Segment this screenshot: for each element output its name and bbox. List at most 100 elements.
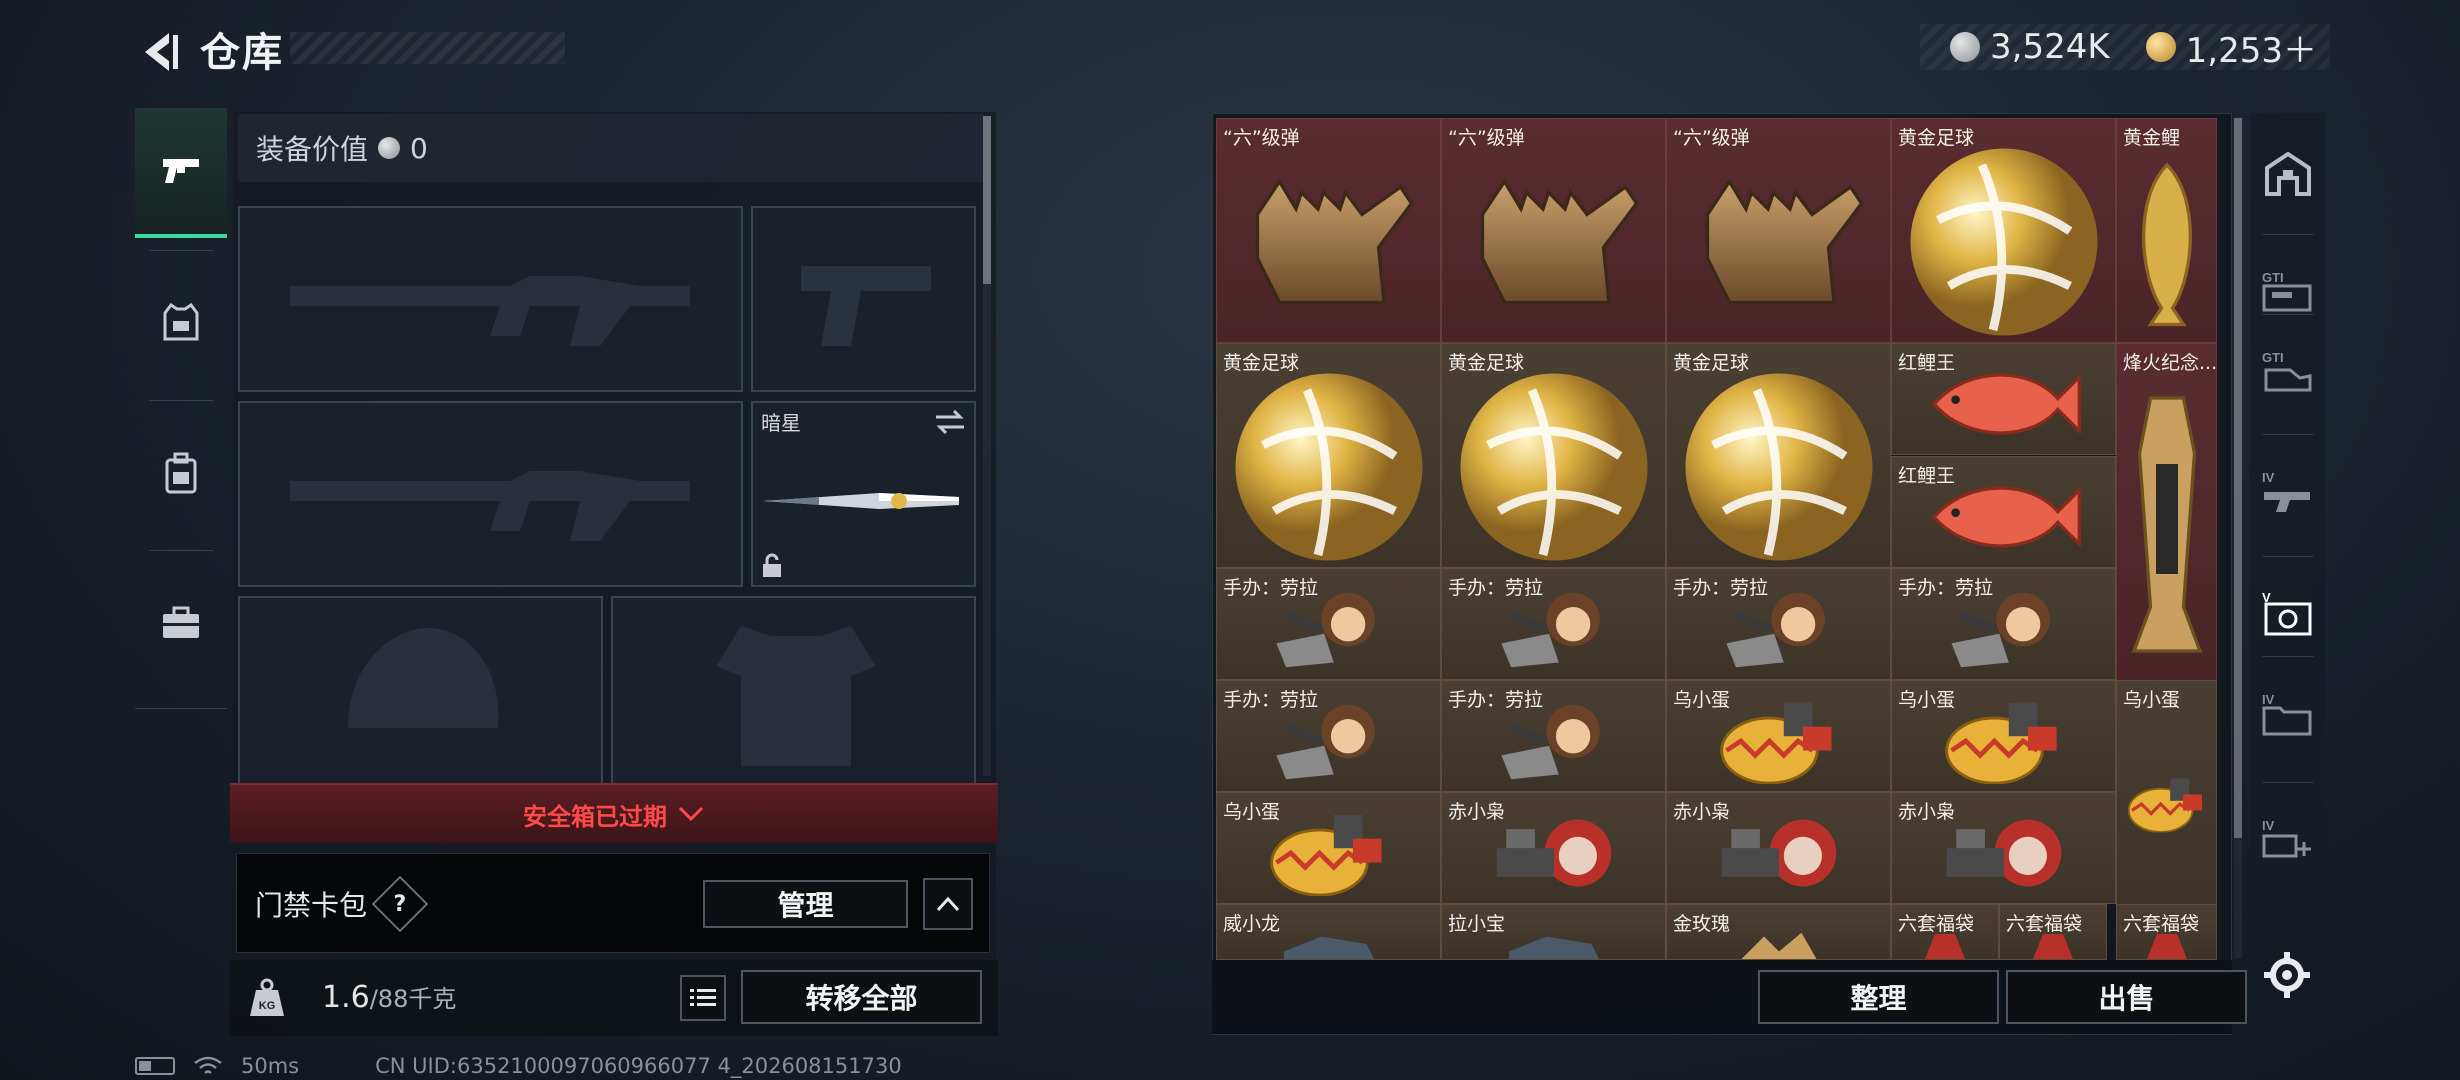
back-button[interactable] — [130, 22, 190, 82]
inventory-item[interactable]: 红鲤王 — [1891, 343, 2116, 455]
inventory-item[interactable]: 黄金足球 — [1666, 343, 1891, 568]
secondary-weapon-slot[interactable] — [751, 206, 976, 392]
inventory-item[interactable]: 威小龙 — [1216, 904, 1441, 960]
ball-item-icon — [1455, 368, 1653, 567]
inventory-item[interactable]: 烽火纪念... — [2116, 343, 2218, 681]
rose-item-icon — [1726, 929, 1831, 960]
inventory-item[interactable]: “六”级弹 — [1441, 118, 1666, 343]
vest-icon — [163, 303, 199, 341]
vault-icon: V — [2260, 588, 2316, 642]
item-label: 赤小枭 — [1898, 801, 1956, 823]
item-label: 六套福袋 — [2006, 913, 2083, 935]
inventory-item[interactable]: 赤小枭 — [1666, 792, 1891, 904]
right-tab-iv-gun[interactable]: IV — [2252, 438, 2324, 548]
iv-folder-icon: IV — [2260, 690, 2316, 740]
armor-silhouette-icon — [716, 626, 876, 766]
inventory-item[interactable]: 乌小蛋 — [1216, 792, 1441, 904]
pistol-icon — [163, 159, 199, 183]
helmet-slot[interactable] — [238, 596, 603, 786]
right-tab-gti-hand[interactable]: GTI — [2252, 318, 2324, 428]
safebox-expired-bar[interactable]: 安全箱已过期 — [230, 783, 998, 843]
list-icon — [690, 989, 716, 1006]
nav-case[interactable] — [135, 558, 227, 688]
silver-coin-icon — [378, 137, 401, 159]
collapse-button[interactable] — [923, 878, 973, 930]
inventory-item[interactable]: 赤小枭 — [1441, 792, 1666, 904]
inventory-item[interactable]: 金玫瑰 — [1666, 904, 1891, 960]
item-label: 赤小枭 — [1673, 801, 1731, 823]
silver-coin-icon — [1950, 32, 1980, 62]
inventory-item[interactable]: 乌小蛋 — [1666, 680, 1891, 792]
inventory-item[interactable]: 黄金足球 — [1216, 343, 1441, 568]
sell-button[interactable]: 出售 — [2006, 970, 2247, 1024]
briefcase-icon — [163, 606, 199, 638]
inventory-item[interactable]: 乌小蛋 — [2116, 680, 2218, 905]
inventory-item[interactable]: 红鲤王 — [1891, 456, 2116, 568]
item-label: “六”级弹 — [1448, 127, 1525, 149]
inventory-item[interactable]: 六套福袋 — [1999, 904, 2107, 960]
inventory-item[interactable]: 手办：劳拉 — [1216, 680, 1441, 792]
transfer-all-button[interactable]: 转移全部 — [741, 970, 982, 1024]
equipment-value-label: 装备价值 — [256, 133, 369, 166]
inventory-item[interactable]: 黄金足球 — [1441, 343, 1666, 568]
chevron-up-icon — [936, 896, 960, 912]
iv-plus-icon: IV — [2260, 816, 2316, 866]
gti-hand-icon: GTI — [2260, 348, 2316, 398]
right-tab-vault[interactable]: V — [2252, 560, 2324, 670]
inventory-item[interactable]: 赤小枭 — [1891, 792, 2116, 904]
inventory-item[interactable]: 手办：劳拉 — [1216, 568, 1441, 680]
right-tab-iv-plus[interactable]: IV — [2252, 786, 2324, 896]
item-label: 黄金鲤 — [2123, 127, 2181, 149]
item-label: 乌小蛋 — [2123, 689, 2181, 711]
inventory-item[interactable]: 手办：劳拉 — [1666, 568, 1891, 680]
side-nav — [135, 108, 227, 714]
svg-text:GTI: GTI — [2262, 270, 2284, 285]
tab-separator — [2262, 234, 2314, 235]
weight-max: /88千克 — [369, 985, 457, 1013]
equipment-value-header: 装备价值 0 — [238, 114, 983, 182]
inventory-item[interactable]: 拉小宝 — [1441, 904, 1666, 960]
inventory-item[interactable]: 手办：劳拉 — [1891, 568, 2116, 680]
battery-icon — [135, 1057, 175, 1075]
inventory-item[interactable]: “六”级弹 — [1216, 118, 1441, 343]
body-armor-slot[interactable] — [611, 596, 976, 786]
item-label: 乌小蛋 — [1223, 801, 1281, 823]
nav-backpack[interactable] — [135, 408, 227, 538]
manage-button[interactable]: 管理 — [703, 880, 908, 928]
gear-icon[interactable] — [2262, 950, 2312, 1000]
melee-slot[interactable]: 暗星 — [751, 401, 976, 587]
ball-item-icon — [1680, 368, 1878, 567]
chevron-down-icon — [678, 806, 704, 822]
item-label: 黄金足球 — [1223, 352, 1300, 374]
inventory-item[interactable]: 六套福袋 — [2116, 904, 2218, 960]
list-view-button[interactable] — [680, 975, 726, 1021]
item-label: 乌小蛋 — [1898, 689, 1956, 711]
svg-text:GTI: GTI — [2262, 350, 2284, 365]
item-label: 手办：劳拉 — [1673, 577, 1769, 599]
inventory-item[interactable]: 黄金鲤 — [2116, 118, 2218, 343]
inventory-item[interactable]: 六套福袋 — [1891, 904, 1999, 960]
owl-item-icon — [1712, 810, 1846, 900]
swap-icon[interactable] — [934, 409, 966, 435]
sort-button[interactable]: 整理 — [1758, 970, 1999, 1024]
equipment-scroll-thumb[interactable] — [983, 116, 991, 284]
primary-weapon-slot[interactable] — [238, 206, 743, 392]
inventory-item[interactable]: “六”级弹 — [1666, 118, 1891, 343]
ping-text: 50ms — [241, 1054, 300, 1078]
inventory-item[interactable]: 手办：劳拉 — [1441, 568, 1666, 680]
inventory-item[interactable]: 手办：劳拉 — [1441, 680, 1666, 792]
gold-amount[interactable]: 1,253＋ — [2186, 23, 2317, 72]
nav-weapons[interactable] — [135, 108, 227, 238]
grid-scroll-thumb[interactable] — [2234, 118, 2242, 838]
right-tab-home[interactable] — [2252, 120, 2324, 230]
item-label: 黄金足球 — [1673, 352, 1750, 374]
item-label: 拉小宝 — [1448, 913, 1506, 935]
svg-text:IV: IV — [2262, 470, 2275, 485]
primary-weapon-slot-2[interactable] — [238, 401, 743, 587]
inventory-item[interactable]: 乌小蛋 — [1891, 680, 2116, 792]
inventory-item[interactable]: 黄金足球 — [1891, 118, 2116, 343]
tab-separator — [2262, 314, 2314, 315]
right-tab-iv-folder[interactable]: IV — [2252, 660, 2324, 770]
nav-armor[interactable] — [135, 258, 227, 388]
currency-bar: 3,524K 1,253＋ — [1920, 23, 2330, 72]
